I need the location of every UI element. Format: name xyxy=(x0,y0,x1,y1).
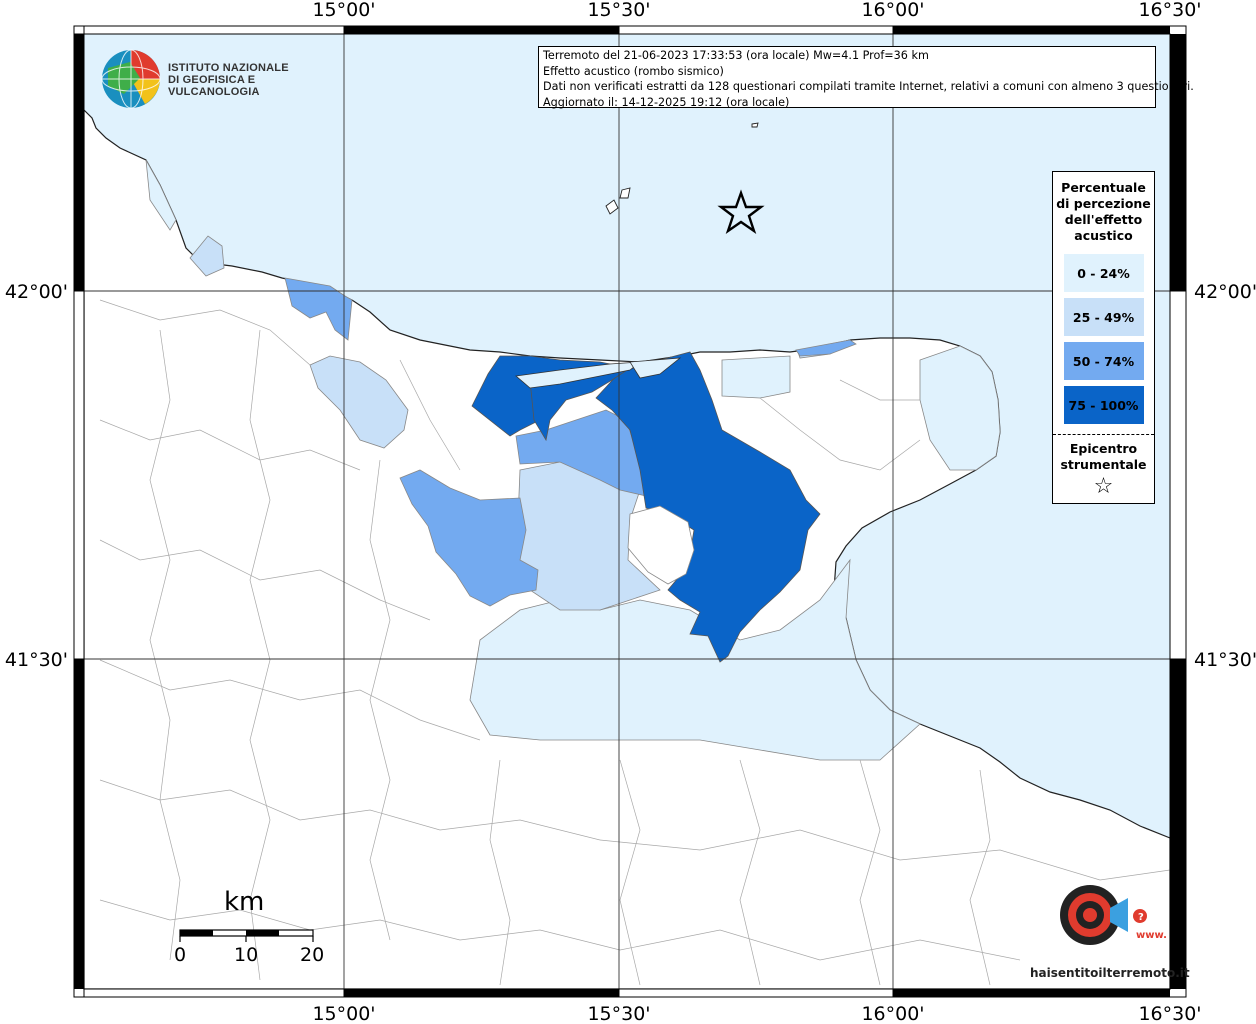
lon-tick-bottom-2: 15°30' xyxy=(587,1003,650,1024)
legend: Percentuale di percezione dell'effetto a… xyxy=(1052,171,1155,504)
lon-tick-bottom-3: 16°00' xyxy=(861,1003,924,1024)
lon-tick-top-3: 16°00' xyxy=(861,0,924,21)
legend-class-0-24: 0 - 24% xyxy=(1063,254,1144,292)
region-0-24-vieste xyxy=(721,355,791,399)
event-title: Terremoto del 21-06-2023 17:33:53 (ora l… xyxy=(543,49,929,62)
logo-line-2: DI GEOFISICA E VULCANOLOGIA xyxy=(168,74,260,98)
lat-tick-left-2: 41°30' xyxy=(5,649,68,671)
speaker-target-icon: ? xyxy=(1060,885,1147,945)
lat-tick-left-1: 42°00' xyxy=(5,281,68,303)
legend-label-25-49: 25 - 49% xyxy=(1072,309,1135,325)
haisentito-www: www. xyxy=(1136,930,1167,941)
legend-star-icon: ☆ xyxy=(1093,474,1114,499)
event-subtitle: Effetto acustico (rombo sismico) xyxy=(543,64,724,78)
legend-divider xyxy=(1053,434,1154,435)
lon-tick-top-1: 15°00' xyxy=(312,0,375,21)
legend-class-50-74: 50 - 74% xyxy=(1063,342,1144,380)
lat-tick-right-1: 42°00' xyxy=(1194,281,1256,303)
scale-label-10: 10 xyxy=(234,944,259,966)
haisentito-text: haisentitoilterremoto.it xyxy=(1030,966,1190,980)
event-updated: Aggiornato il: 14-12-2025 19:12 (ora loc… xyxy=(543,95,790,109)
lon-tick-bottom-1: 15°00' xyxy=(312,1003,375,1024)
lon-tick-bottom-4: 16°30' xyxy=(1138,1003,1201,1024)
svg-text:?: ? xyxy=(1138,912,1144,923)
lat-tick-right-2: 41°30' xyxy=(1194,649,1256,671)
lon-tick-top-2: 15°30' xyxy=(587,0,650,21)
scale-label-0: 0 xyxy=(174,944,187,966)
haisentito-logo: ? haisentitoilterremoto.it www. xyxy=(1030,860,1190,980)
logo-line-1: ISTITUTO NAZIONALE xyxy=(168,62,289,74)
ingv-logo: ISTITUTO NAZIONALE DI GEOFISICA E VULCAN… xyxy=(100,48,320,110)
globe-icon xyxy=(101,49,161,109)
lon-tick-top-4: 16°30' xyxy=(1138,0,1201,21)
island-pianosa xyxy=(751,122,759,128)
legend-label-50-74: 50 - 74% xyxy=(1072,353,1135,369)
event-info-box: Terremoto del 21-06-2023 17:33:53 (ora l… xyxy=(538,46,1194,109)
legend-label-75-100: 75 - 100% xyxy=(1068,397,1139,413)
legend-label-0-24: 0 - 24% xyxy=(1077,265,1130,281)
legend-title: Percentuale di percezione dell'effetto a… xyxy=(1056,180,1151,243)
event-data-note: Dati non verificati estratti da 128 ques… xyxy=(543,80,1194,93)
scale-label-20: 20 xyxy=(300,944,325,966)
scale-unit: km xyxy=(224,887,265,917)
legend-class-75-100: 75 - 100% xyxy=(1063,386,1144,424)
legend-class-25-49: 25 - 49% xyxy=(1063,298,1144,336)
legend-epicenter-label: Epicentro strumentale xyxy=(1060,441,1147,472)
